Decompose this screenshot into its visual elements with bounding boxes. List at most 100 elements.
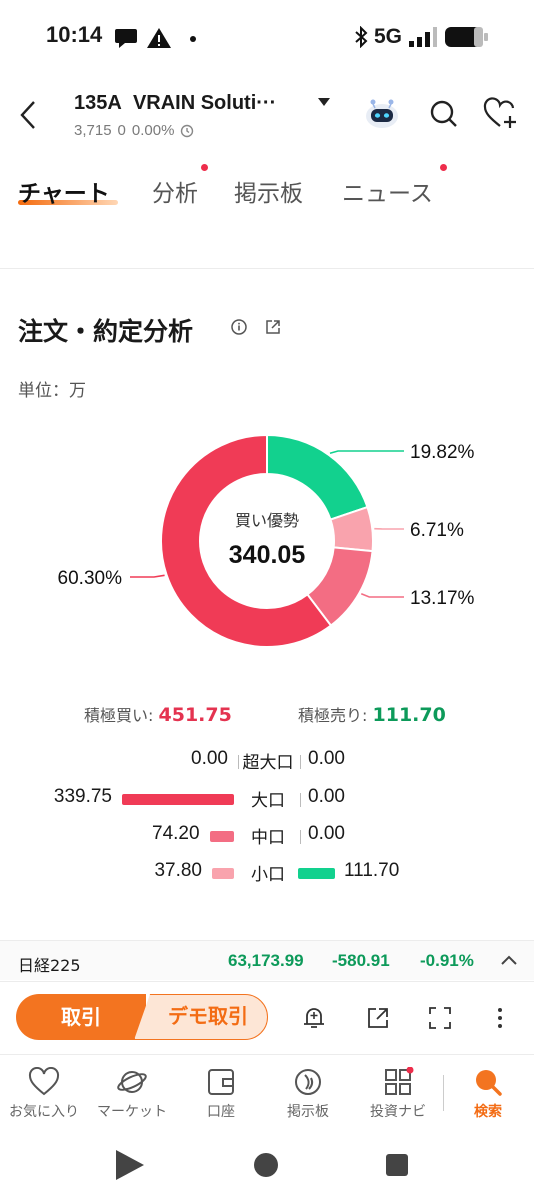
size-category: 中口 [251,828,285,848]
system-home-icon [254,1153,278,1177]
breakdown-row: 0.00 超大口 0.00 [0,748,534,776]
aggressive-buy-summary: 積極買い: 451.75 [84,702,232,726]
nav-search[interactable]: 検索 [438,1067,534,1121]
size-category: 小口 [251,865,285,885]
bottom-nav: お気に入り マーケット 口座 掲示板 投資ナビ 検索 [0,1054,534,1130]
sell-value: 0.00 [308,786,345,807]
system-back-icon [116,1150,144,1180]
action-bar: 取引 デモ取引 [0,981,534,1053]
aggressive-buy-label: 積極買い: [84,706,154,725]
share-icon[interactable] [264,318,282,336]
share-icon[interactable] [364,1004,392,1032]
stock-header: 135A VRAIN Soluti··· 3,715 0 0.00% [0,82,534,152]
trade-button[interactable]: 取引 [16,994,146,1040]
tab-chart[interactable]: チャート [18,174,110,208]
caret-down-icon[interactable] [317,96,331,108]
signal-icon [409,27,437,47]
donut-center-label: 買い優勢 [235,511,299,530]
order-flow-donut-chart: 19.82% 6.71% 13.17% 60.30% 買い優勢 340.05 [58,433,475,648]
aggressive-sell-summary: 積極売り: 111.70 [298,702,446,726]
size-category: 超大口 [242,753,294,773]
buy-bar [212,868,234,879]
status-time: 10:14 [46,22,103,47]
wallet-icon [208,1069,234,1095]
breakdown-row: 37.80 小口 111.70 [0,860,534,888]
buy-bar [209,831,234,842]
nav-invest-navi[interactable]: 投資ナビ [348,1067,448,1121]
buy-bar [122,794,234,805]
alert-bell-icon[interactable] [300,1004,328,1032]
search-icon[interactable] [426,96,462,132]
index-change-pct: -0.91% [420,951,474,970]
notification-icons [115,28,196,48]
chat-icon [115,29,137,48]
stock-quote: 3,715 0 0.00% [74,122,194,139]
info-icon[interactable] [230,318,248,336]
stock-price: 3,715 [74,122,112,139]
board-icon [295,1069,321,1095]
tab-analysis[interactable]: 分析 [152,174,198,208]
nav-label: マーケット [97,1104,167,1120]
donut-center-value: 340.05 [229,541,306,569]
buy-value: 74.20 [152,823,200,844]
index-ticker[interactable]: 日経225 63,173.99 -580.91 -0.91% [0,940,534,980]
news-badge-dot [440,164,447,171]
aggressive-buy-value: 451.75 [158,704,232,726]
index-change: -580.91 [332,951,390,970]
status-right: 5G [354,22,490,52]
more-icon[interactable] [486,1004,514,1032]
stock-name: VRAIN Soluti··· [132,92,277,114]
nav-board[interactable]: 掲示板 [258,1067,358,1121]
nav-market[interactable]: マーケット [82,1067,182,1121]
add-favorite-icon[interactable] [482,96,518,132]
nav-label: お気に入り [9,1104,79,1120]
tab-news[interactable]: ニュース [342,174,433,208]
donut-leader-line [360,592,404,598]
index-value: 63,173.99 [228,951,304,970]
donut-slice-label: 19.82% [410,442,475,463]
planet-icon [117,1071,147,1093]
donut-slice-label: 60.30% [58,568,123,589]
nav-label: 口座 [207,1104,235,1120]
donut-slice [266,433,369,521]
nav-label: 掲示板 [287,1104,329,1120]
sell-axis-tick [300,755,301,769]
stock-code: 135A [74,92,122,114]
sell-bar [298,868,335,879]
demo-trade-button[interactable]: デモ取引 [134,994,268,1040]
sell-value: 0.00 [308,748,345,769]
bluetooth-icon [355,26,368,48]
clock-icon [181,124,194,137]
aggressive-sell-value: 111.70 [372,704,446,726]
sell-axis-tick [300,830,301,844]
tab-board[interactable]: 掲示板 [234,174,303,208]
sell-axis-tick [300,793,301,807]
breakdown-row: 339.75 大口 0.00 [0,786,534,814]
tab-bar: チャート 分析 掲示板 ニュース [0,164,534,218]
stock-title[interactable]: 135A VRAIN Soluti··· [74,92,276,115]
size-category: 大口 [251,791,285,811]
buy-value: 0.00 [191,748,228,769]
buy-value: 339.75 [53,786,112,807]
fullscreen-icon[interactable] [426,1004,454,1032]
donut-slice-label: 13.17% [410,588,475,609]
system-nav-bar [0,1130,534,1200]
nav-label: 投資ナビ [370,1104,426,1120]
index-name: 日経225 [18,956,81,975]
sell-value: 111.70 [344,860,400,881]
back-arrow-icon[interactable] [14,98,42,132]
aggressive-sell-label: 積極売り: [298,706,368,725]
robot-assistant-icon[interactable] [364,96,400,132]
chevron-up-icon[interactable] [500,953,518,967]
nav-account[interactable]: 口座 [171,1067,271,1121]
section-divider [0,268,534,269]
donut-leader-line [130,574,165,578]
donut-slice-label: 6.71% [410,520,464,541]
heart-icon [28,1067,60,1096]
analysis-badge-dot [201,164,208,171]
donut-leader-line [329,450,404,455]
section-title: 注文・約定分析 [18,317,194,346]
nav-favorites[interactable]: お気に入り [0,1067,94,1121]
buy-value: 37.80 [154,860,202,881]
sell-value: 0.00 [308,823,345,844]
